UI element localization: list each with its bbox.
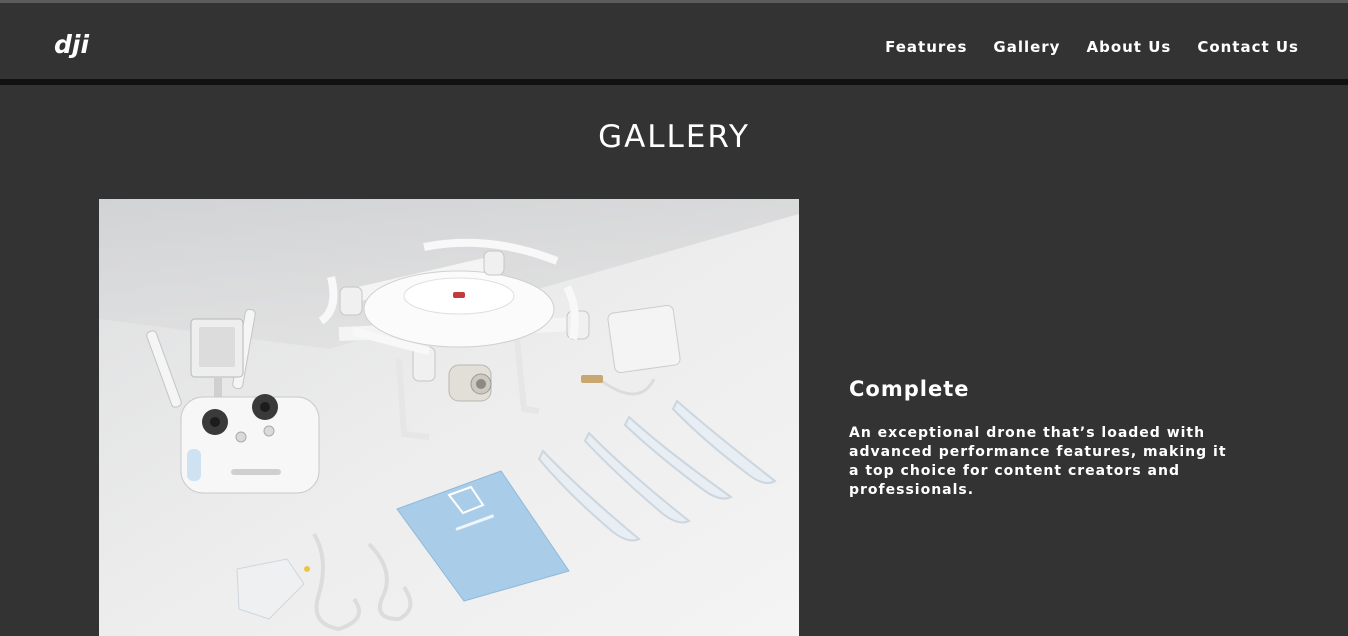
nav-about-us[interactable]: About Us xyxy=(1086,36,1171,58)
dji-logo[interactable]: dji xyxy=(53,30,99,59)
gallery-title: GALLERY xyxy=(598,119,750,155)
drone-kit-photo xyxy=(99,199,799,636)
nav-features[interactable]: Features xyxy=(885,36,967,58)
nav-contact-us[interactable]: Contact Us xyxy=(1197,36,1299,58)
nav-gallery[interactable]: Gallery xyxy=(993,36,1060,58)
main-nav: Features Gallery About Us Contact Us xyxy=(885,36,1299,58)
navbar: dji Features Gallery About Us Contact Us xyxy=(0,3,1348,79)
nav-divider xyxy=(0,79,1348,85)
gallery-caption: Complete An exceptional drone that’s loa… xyxy=(849,374,1239,500)
caption-heading: Complete xyxy=(849,377,970,401)
dji-logo-text: dji xyxy=(54,31,89,59)
caption-description: An exceptional drone that’s loaded with … xyxy=(849,425,1227,498)
